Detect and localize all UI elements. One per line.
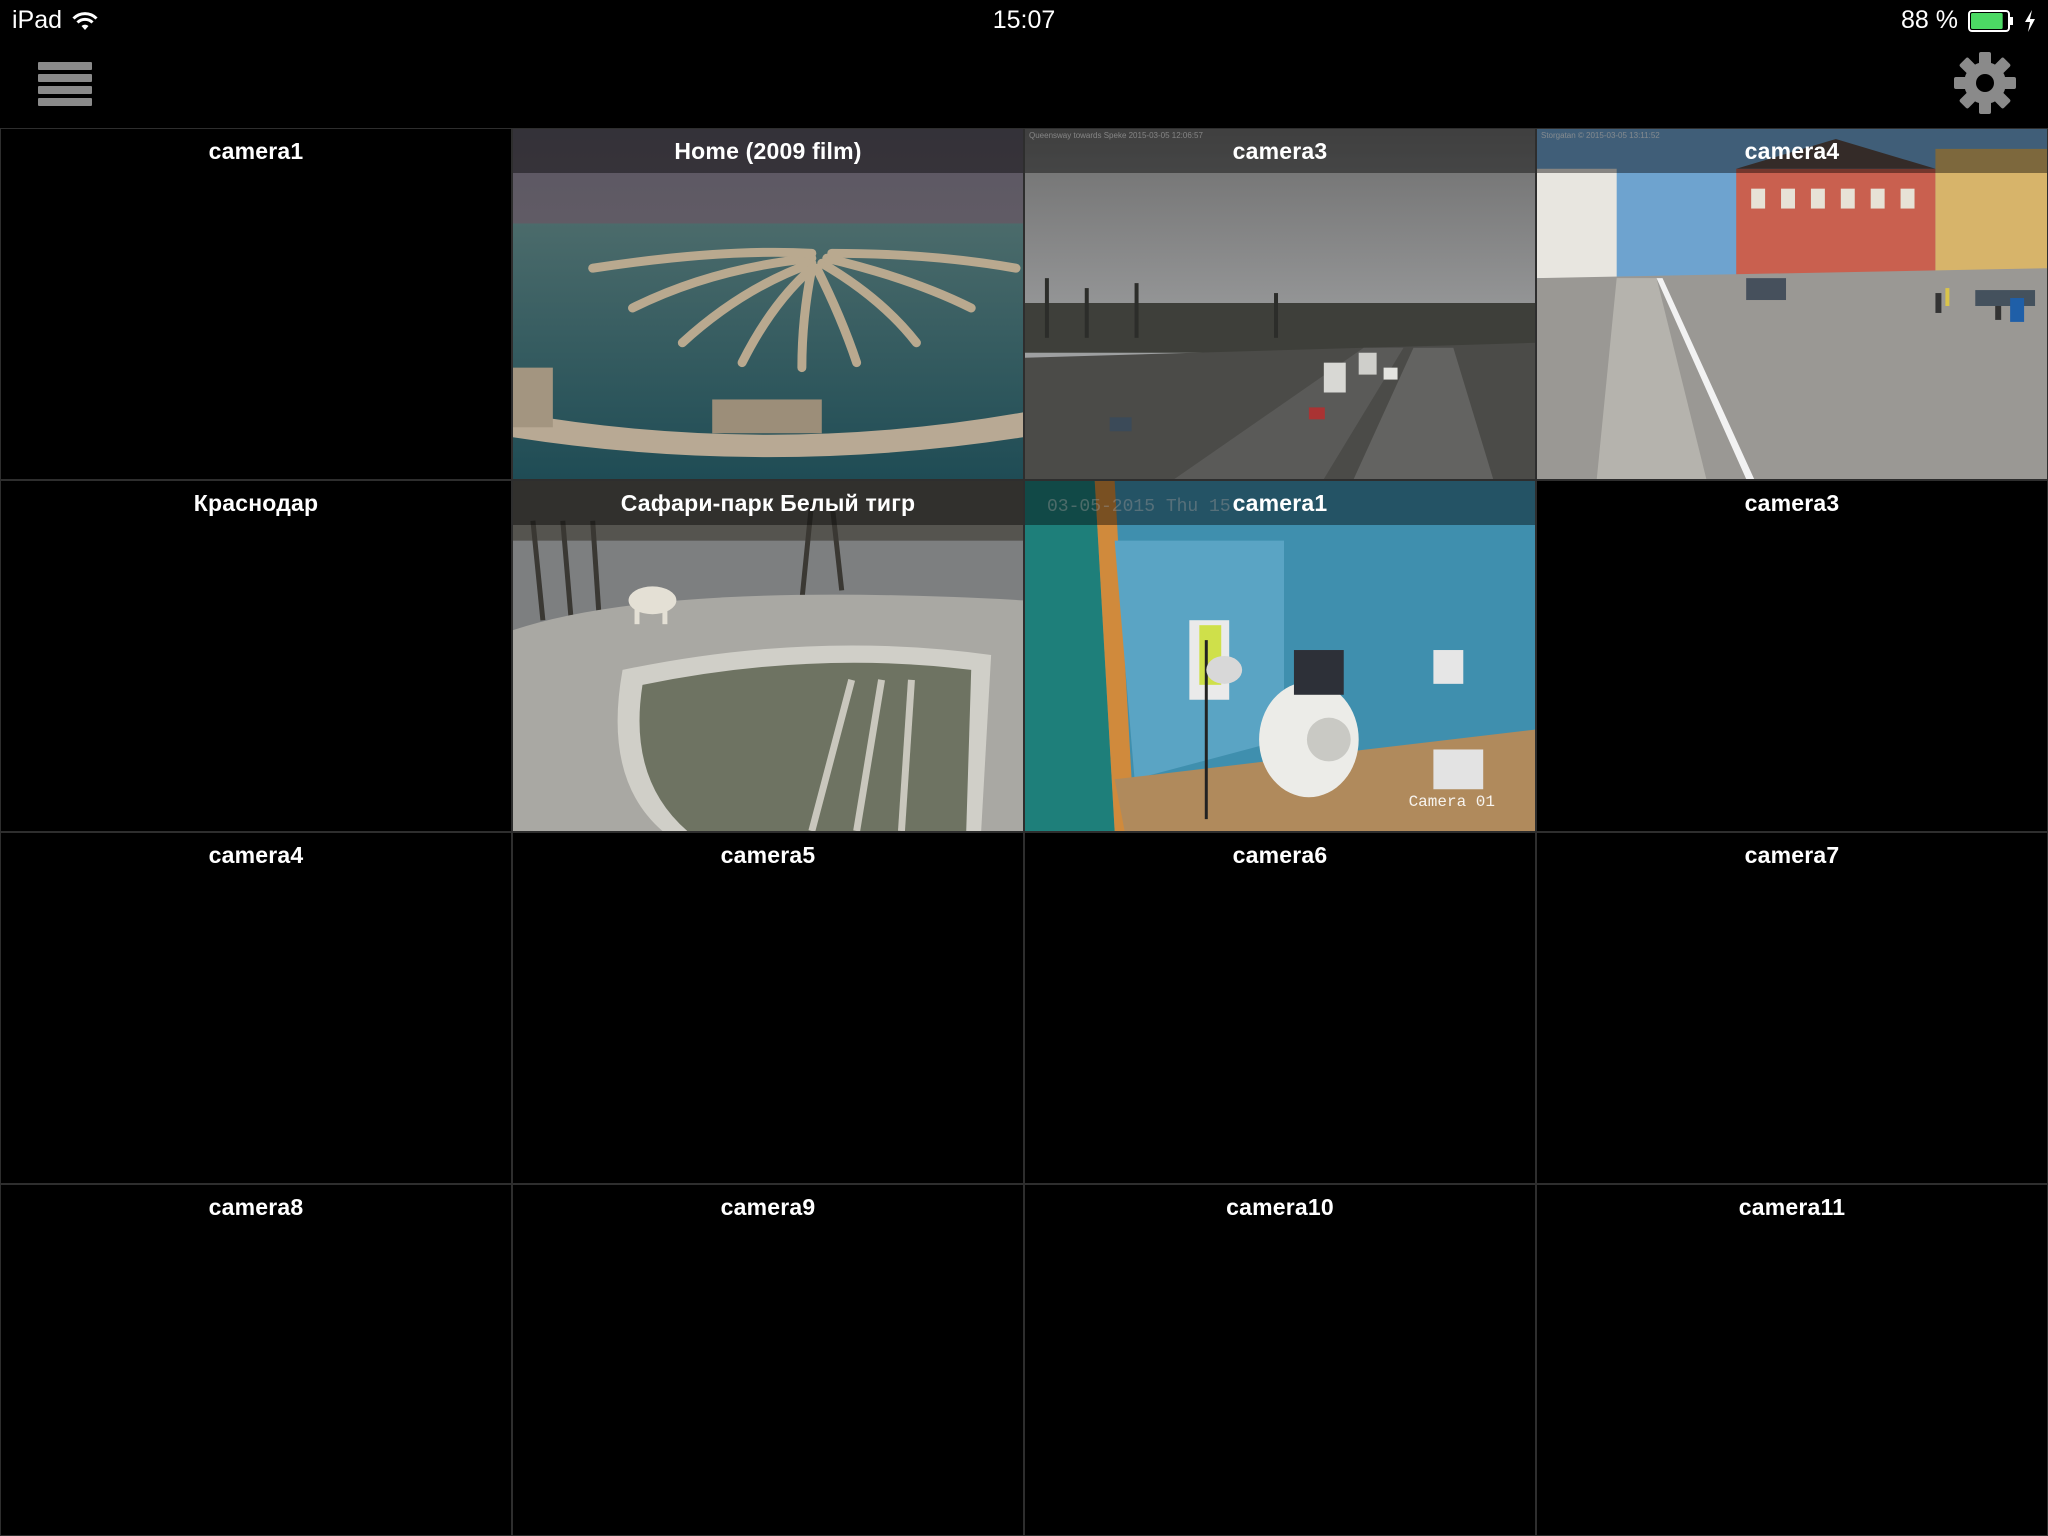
camera-tile[interactable]: Краснодар bbox=[0, 480, 512, 832]
camera-title: camera4 bbox=[1537, 129, 2047, 173]
camera-tile[interactable]: camera3 bbox=[1536, 480, 2048, 832]
ipad-screen: iPad 15:07 88 % camera1 Home (2009 film)… bbox=[0, 0, 2048, 1536]
camera-osd-label: Camera 01 bbox=[1408, 793, 1495, 811]
camera-tile[interactable]: camera5 bbox=[512, 832, 1024, 1184]
camera-tile[interactable]: camera8 bbox=[0, 1184, 512, 1536]
camera-title: camera1 bbox=[208, 138, 304, 164]
status-time: 15:07 bbox=[992, 6, 1056, 34]
camera-tile[interactable]: camera7 bbox=[1536, 832, 2048, 1184]
camera-title: camera5 bbox=[720, 842, 816, 868]
camera-title: camera10 bbox=[1226, 1194, 1334, 1220]
camera-tile[interactable]: camera11 bbox=[1536, 1184, 2048, 1536]
camera-title: camera8 bbox=[208, 1194, 304, 1220]
camera-title: camera1 bbox=[1025, 481, 1535, 525]
camera-title: camera4 bbox=[208, 842, 304, 868]
settings-button[interactable] bbox=[1952, 50, 2018, 116]
camera-tile[interactable]: camera4 bbox=[0, 832, 512, 1184]
camera-tile[interactable]: Сафари-парк Белый тигр bbox=[512, 480, 1024, 832]
camera-feed-tiger bbox=[513, 481, 1023, 831]
camera-feed-office bbox=[1025, 481, 1535, 831]
camera-title: camera11 bbox=[1738, 1194, 1846, 1220]
camera-title: camera3 bbox=[1025, 129, 1535, 173]
camera-grid: camera1 Home (2009 film) Queensway towar… bbox=[0, 128, 2048, 1536]
camera-title: Краснодар bbox=[193, 490, 319, 516]
status-bar: iPad 15:07 88 % bbox=[0, 0, 2048, 40]
camera-title: camera7 bbox=[1744, 842, 1840, 868]
camera-tile[interactable]: camera1 bbox=[0, 128, 512, 480]
camera-tile[interactable]: 03-05-2015 Thu 15 Camera 01 camera1 bbox=[1024, 480, 1536, 832]
camera-feed-street bbox=[1537, 129, 2047, 479]
camera-title: camera3 bbox=[1744, 490, 1840, 516]
battery-percent: 88 % bbox=[1901, 6, 1958, 34]
camera-tile[interactable]: Storgatan © 2015-03-05 13:11:52 camera4 bbox=[1536, 128, 2048, 480]
toolbar bbox=[0, 40, 2048, 128]
camera-title: Сафари-парк Белый тигр bbox=[513, 481, 1023, 525]
camera-title: Home (2009 film) bbox=[513, 129, 1023, 173]
battery-icon bbox=[1968, 9, 2014, 32]
camera-tile[interactable]: camera9 bbox=[512, 1184, 1024, 1536]
camera-tile[interactable]: camera10 bbox=[1024, 1184, 1536, 1536]
camera-title: camera9 bbox=[720, 1194, 816, 1220]
gear-icon bbox=[1952, 52, 2018, 120]
camera-feed-highway bbox=[1025, 129, 1535, 479]
status-right: 88 % bbox=[1901, 6, 2036, 35]
charging-bolt-icon bbox=[2024, 9, 2036, 32]
camera-tile[interactable]: Queensway towards Speke 2015-03-05 12:06… bbox=[1024, 128, 1536, 480]
menu-button[interactable] bbox=[36, 60, 98, 108]
camera-feed-aerial bbox=[513, 129, 1023, 479]
camera-tile[interactable]: Home (2009 film) bbox=[512, 128, 1024, 480]
camera-tile[interactable]: camera6 bbox=[1024, 832, 1536, 1184]
camera-title: camera6 bbox=[1232, 842, 1328, 868]
